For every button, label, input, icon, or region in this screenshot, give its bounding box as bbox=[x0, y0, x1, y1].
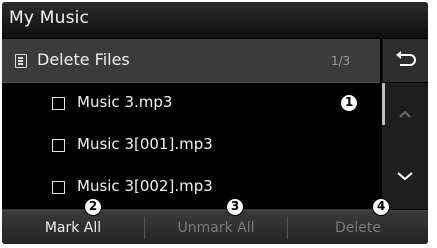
list-item[interactable]: Music 3[002].mp3 bbox=[2, 167, 380, 210]
delete-files-header: Delete Files 1/3 bbox=[2, 39, 380, 83]
checkbox[interactable] bbox=[52, 139, 65, 152]
callout-4: 4 bbox=[372, 198, 390, 216]
scrollbar[interactable] bbox=[382, 83, 428, 209]
scroll-down-button[interactable] bbox=[382, 146, 428, 209]
file-name: Music 3.mp3 bbox=[77, 93, 173, 111]
checkbox[interactable] bbox=[52, 97, 65, 110]
list-item[interactable]: Music 3[001].mp3 bbox=[2, 125, 380, 168]
file-name: Music 3[001].mp3 bbox=[77, 135, 213, 153]
callout-2: 2 bbox=[84, 198, 102, 216]
scroll-up-button[interactable] bbox=[382, 83, 428, 146]
chevron-down-icon bbox=[397, 172, 413, 181]
checkbox[interactable] bbox=[52, 181, 65, 194]
callout-1: 1 bbox=[340, 94, 358, 112]
file-name: Music 3[002].mp3 bbox=[77, 177, 213, 195]
chevron-up-icon bbox=[399, 110, 411, 118]
action-bar: Mark All Unmark All Delete bbox=[2, 210, 428, 244]
mark-all-button[interactable]: Mark All bbox=[2, 211, 144, 244]
music-screen: My Music Delete Files 1/3 Music 3.mp3 1 … bbox=[2, 2, 428, 244]
back-button[interactable] bbox=[382, 39, 428, 82]
header-label: Delete Files bbox=[37, 50, 130, 69]
page-indicator: 1/3 bbox=[331, 54, 351, 68]
title-bar: My Music bbox=[2, 2, 428, 38]
delete-button[interactable]: Delete bbox=[288, 211, 428, 244]
list-item[interactable]: Music 3.mp3 1 bbox=[2, 83, 380, 126]
callout-3: 3 bbox=[226, 198, 244, 216]
screen-title: My Music bbox=[9, 8, 90, 28]
unmark-all-button[interactable]: Unmark All bbox=[145, 211, 287, 244]
back-arrow-icon bbox=[396, 51, 416, 66]
document-list-icon bbox=[15, 54, 27, 68]
file-list: Music 3.mp3 1 Music 3[001].mp3 Music 3[0… bbox=[2, 83, 380, 210]
